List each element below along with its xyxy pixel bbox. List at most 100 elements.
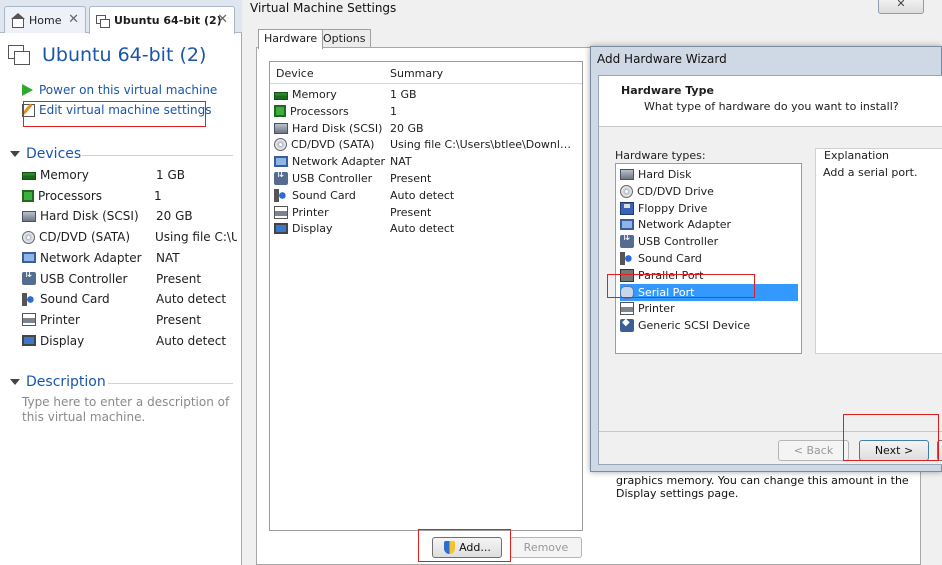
tab-options[interactable]: Options <box>317 29 372 48</box>
power-on-link[interactable]: Power on this virtual machine <box>22 83 217 97</box>
column-summary[interactable]: Summary <box>390 67 443 80</box>
dialog-title: Virtual Machine Settings <box>250 1 397 15</box>
hardware-name-cell: Processors <box>274 105 390 118</box>
remove-button[interactable]: Remove <box>510 537 582 558</box>
hardware-types-list[interactable]: Hard Disk CD/DVD Drive Floppy Drive Network… <box>615 163 802 354</box>
device-name: Display <box>40 333 85 348</box>
hardware-row[interactable]: Hard Disk (SCSI) 20 GB <box>274 120 580 137</box>
next-button[interactable]: Next > <box>859 440 929 461</box>
hardware-row[interactable]: Network Adapter NAT <box>274 153 580 170</box>
hard-disk-icon <box>620 169 634 180</box>
hardware-type-label: Hard Disk <box>638 168 692 181</box>
divider <box>599 431 942 432</box>
device-value: Present <box>156 312 202 327</box>
device-value: Auto detect <box>156 292 227 307</box>
wizard-title: Add Hardware Wizard <box>597 52 727 66</box>
add-label: Add... <box>459 541 491 554</box>
hardware-type-item[interactable]: Generic SCSI Device <box>620 317 798 334</box>
add-hardware-button[interactable]: Add... <box>432 537 502 558</box>
hardware-name-cell: Network Adapter <box>274 155 390 168</box>
hardware-type-item[interactable]: Hard Disk <box>620 166 798 183</box>
hardware-name-cell: Printer <box>274 205 390 219</box>
hardware-name-cell: Sound Card <box>274 188 390 202</box>
device-value: Present <box>156 271 202 286</box>
devices-heading-label: Devices <box>26 146 82 162</box>
back-button[interactable]: < Back <box>778 440 849 461</box>
printer-icon <box>620 302 634 316</box>
devices-heading[interactable]: Devices <box>10 146 81 162</box>
hardware-type-label: Floppy Drive <box>638 201 708 215</box>
hardware-list-header: Device Summary <box>270 62 582 84</box>
tab-label: Ubuntu 64-bit (2) <box>114 14 222 27</box>
hardware-row[interactable]: Memory 1 GB <box>274 86 580 103</box>
hardware-type-item[interactable]: Printer <box>620 300 798 317</box>
hardware-summary: Using file C:\Users\btlee\Downlo... <box>390 138 576 152</box>
hardware-type-item[interactable]: USB Controller <box>620 232 798 250</box>
cancel-button[interactable] <box>937 440 942 461</box>
usb-icon <box>22 269 36 285</box>
hardware-type-item[interactable]: Network Adapter <box>620 216 798 233</box>
description-input[interactable]: Type here to enter a description of this… <box>22 395 232 425</box>
device-name: Hard Disk (SCSI) <box>40 209 139 224</box>
hardware-name: Printer <box>292 205 329 219</box>
edit-settings-link[interactable]: Edit virtual machine settings <box>22 103 211 117</box>
hardware-name-cell: CD/DVD (SATA) <box>274 138 390 152</box>
cd-dvd-icon <box>620 184 633 198</box>
tab-hardware[interactable]: Hardware <box>258 29 324 49</box>
divider <box>108 383 233 384</box>
usb-icon <box>620 232 634 249</box>
hardware-name: Display <box>292 222 333 236</box>
device-row[interactable]: Sound Card Auto detect <box>22 289 237 309</box>
hardware-type-item[interactable]: Serial Port <box>620 283 798 301</box>
close-button[interactable]: ✕ <box>878 0 924 14</box>
close-icon[interactable]: ✕ <box>68 12 79 27</box>
device-name: Network Adapter <box>40 250 142 265</box>
hardware-type-label: Parallel Port <box>638 268 704 282</box>
hardware-type-item[interactable]: Parallel Port <box>620 267 798 284</box>
scsi-icon <box>620 317 634 333</box>
device-value: Auto detect <box>156 333 227 348</box>
device-row[interactable]: Memory 1 GB <box>22 165 237 185</box>
hardware-summary: NAT <box>390 155 412 169</box>
hardware-type-item[interactable]: Sound Card <box>620 250 798 267</box>
hardware-type-item[interactable]: Floppy Drive <box>620 200 798 217</box>
close-icon[interactable]: ✕ <box>217 12 228 27</box>
hardware-type-item[interactable]: CD/DVD Drive <box>620 183 798 200</box>
collapse-icon <box>10 151 20 157</box>
hardware-row[interactable]: Printer Present <box>274 204 580 221</box>
hardware-summary: 1 <box>390 104 397 118</box>
hardware-row[interactable]: Sound Card Auto detect <box>274 187 580 204</box>
device-row[interactable]: Printer Present <box>22 310 237 330</box>
device-row[interactable]: CD/DVD (SATA) Using file C:\Us... <box>22 227 237 247</box>
column-device[interactable]: Device <box>276 67 314 80</box>
network-adapter-icon <box>620 219 634 231</box>
hardware-name-cell: USB Controller <box>274 172 390 185</box>
device-row[interactable]: Hard Disk (SCSI) 20 GB <box>22 206 237 226</box>
sound-card-icon <box>22 292 36 306</box>
device-row[interactable]: Display Auto detect <box>22 331 237 351</box>
device-row[interactable]: USB Controller Present <box>22 269 237 289</box>
explanation-label: Explanation <box>822 149 892 162</box>
memory-icon <box>274 91 288 100</box>
hardware-row[interactable]: Processors 1 <box>274 103 580 120</box>
hard-disk-icon <box>22 210 36 222</box>
device-value: NAT <box>156 250 180 265</box>
hardware-name: Processors <box>290 104 349 118</box>
hardware-row[interactable]: CD/DVD (SATA) Using file C:\Users\btlee\D… <box>274 136 580 153</box>
hardware-row[interactable]: USB Controller Present <box>274 170 580 187</box>
tab-home[interactable]: Home ✕ <box>4 6 86 33</box>
vm-header: Ubuntu 64-bit (2) <box>6 40 206 70</box>
device-row[interactable]: Network Adapter NAT <box>22 248 237 268</box>
description-heading[interactable]: Description <box>10 374 106 390</box>
tab-ubuntu[interactable]: Ubuntu 64-bit (2) ✕ <box>89 6 235 34</box>
display-icon <box>274 223 288 235</box>
hardware-list: Device Summary Memory 1 GB Processors 1 Hard… <box>269 61 583 531</box>
device-row[interactable]: Processors 1 <box>22 186 237 206</box>
floppy-icon <box>620 201 634 215</box>
processor-icon <box>22 189 34 202</box>
hardware-row[interactable]: Display Auto detect <box>274 220 580 237</box>
device-description: graphics memory. You can change this amo… <box>616 474 909 500</box>
display-icon <box>22 335 36 347</box>
play-icon <box>22 84 33 96</box>
hard-disk-icon <box>274 122 288 134</box>
